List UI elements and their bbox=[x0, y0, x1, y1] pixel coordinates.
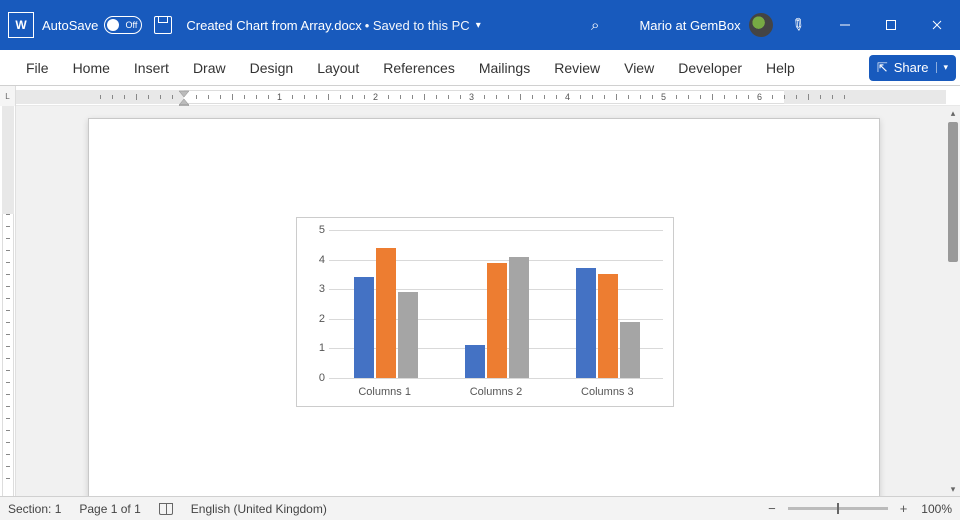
bar[interactable] bbox=[487, 263, 507, 378]
minimize-button[interactable] bbox=[822, 0, 868, 50]
autosave-toggle[interactable]: AutoSave Off bbox=[42, 16, 142, 34]
user-name: Mario at GemBox bbox=[639, 18, 740, 33]
y-axis-tick-label: 4 bbox=[311, 254, 325, 266]
tab-review[interactable]: Review bbox=[542, 50, 612, 86]
bar[interactable] bbox=[598, 274, 618, 378]
book-icon[interactable] bbox=[159, 503, 173, 515]
zoom-in-button[interactable]: + bbox=[896, 501, 912, 516]
word-app-icon: W bbox=[8, 12, 34, 38]
avatar bbox=[749, 13, 773, 37]
tab-insert[interactable]: Insert bbox=[122, 50, 181, 86]
bar[interactable] bbox=[620, 322, 640, 378]
indent-marker[interactable] bbox=[179, 88, 189, 108]
share-icon: ⇱ bbox=[877, 60, 888, 76]
account-button[interactable]: Mario at GemBox bbox=[639, 13, 772, 37]
section-indicator[interactable]: Section: 1 bbox=[8, 502, 61, 516]
toggle-state-label: Off bbox=[126, 20, 138, 30]
scroll-thumb[interactable] bbox=[948, 122, 958, 262]
save-icon[interactable] bbox=[154, 16, 172, 34]
ruler-number: 3 bbox=[469, 92, 474, 102]
x-axis-category-label: Columns 2 bbox=[453, 386, 539, 398]
share-label: Share bbox=[894, 60, 929, 75]
tab-view[interactable]: View bbox=[612, 50, 666, 86]
title-bar: W AutoSave Off Created Chart from Array.… bbox=[0, 0, 960, 50]
bar[interactable] bbox=[354, 277, 374, 378]
tab-developer[interactable]: Developer bbox=[666, 50, 754, 86]
save-status[interactable]: • Saved to this PC bbox=[365, 18, 470, 33]
vertical-scrollbar[interactable]: ▴ ▾ bbox=[946, 106, 960, 496]
ruler-number: 5 bbox=[661, 92, 666, 102]
chevron-down-icon[interactable]: ▾ bbox=[476, 20, 481, 31]
tab-file[interactable]: File bbox=[14, 50, 61, 86]
vertical-ruler[interactable] bbox=[0, 106, 16, 496]
language-indicator[interactable]: English (United Kingdom) bbox=[191, 502, 327, 516]
tab-references[interactable]: References bbox=[371, 50, 467, 86]
chart-object[interactable]: 0 1 2 3 4 5 Columns 1 Columns 2 Columns 3 bbox=[296, 217, 674, 407]
x-axis-category-label: Columns 3 bbox=[564, 386, 650, 398]
status-bar: Section: 1 Page 1 of 1 English (United K… bbox=[0, 496, 960, 520]
y-axis-tick-label: 3 bbox=[311, 283, 325, 295]
page[interactable]: 0 1 2 3 4 5 Columns 1 Columns 2 Columns 3 bbox=[88, 118, 880, 496]
bar[interactable] bbox=[376, 248, 396, 378]
close-button[interactable] bbox=[914, 0, 960, 50]
zoom-slider[interactable] bbox=[788, 507, 888, 510]
zoom-level[interactable]: 100% bbox=[921, 502, 952, 516]
share-button[interactable]: ⇱ Share ▾ bbox=[869, 55, 956, 81]
tab-draw[interactable]: Draw bbox=[181, 50, 238, 86]
document-area: 0 1 2 3 4 5 Columns 1 Columns 2 Columns 3 ▴ ▾ bbox=[0, 106, 960, 496]
ribbon-tabs: File Home Insert Draw Design Layout Refe… bbox=[0, 50, 960, 86]
plot-area: 012345Columns 1Columns 2Columns 3 bbox=[329, 230, 663, 378]
zoom-slider-thumb[interactable] bbox=[837, 503, 839, 514]
y-axis-tick-label: 5 bbox=[311, 224, 325, 236]
tab-home[interactable]: Home bbox=[61, 50, 122, 86]
x-axis-category-label: Columns 1 bbox=[342, 386, 428, 398]
pen-icon[interactable]: ✎ bbox=[786, 13, 809, 37]
toggle-switch-off[interactable]: Off bbox=[104, 16, 142, 34]
scroll-down-arrow-icon[interactable]: ▾ bbox=[946, 482, 960, 496]
tab-mailings[interactable]: Mailings bbox=[467, 50, 542, 86]
maximize-button[interactable] bbox=[868, 0, 914, 50]
tab-selector[interactable]: L bbox=[0, 86, 16, 106]
bar[interactable] bbox=[576, 268, 596, 378]
ruler-number: 1 bbox=[277, 92, 282, 102]
bar[interactable] bbox=[465, 345, 485, 378]
y-axis-tick-label: 0 bbox=[311, 372, 325, 384]
bar[interactable] bbox=[509, 257, 529, 378]
y-axis-tick-label: 1 bbox=[311, 342, 325, 354]
ruler-number: 6 bbox=[757, 92, 762, 102]
autosave-label: AutoSave bbox=[42, 18, 98, 33]
ruler-number: 4 bbox=[565, 92, 570, 102]
zoom-out-button[interactable]: − bbox=[764, 501, 780, 516]
ruler-number: 2 bbox=[373, 92, 378, 102]
horizontal-ruler[interactable]: L 1 2 3 4 5 6 bbox=[0, 86, 960, 106]
tab-layout[interactable]: Layout bbox=[305, 50, 371, 86]
scroll-up-arrow-icon[interactable]: ▴ bbox=[946, 106, 960, 120]
window-controls bbox=[822, 0, 960, 50]
page-indicator[interactable]: Page 1 of 1 bbox=[79, 502, 140, 516]
bar[interactable] bbox=[398, 292, 418, 378]
search-icon[interactable]: ⌕ bbox=[591, 17, 599, 34]
document-title[interactable]: Created Chart from Array.docx bbox=[186, 18, 361, 33]
chevron-down-icon[interactable]: ▾ bbox=[936, 62, 948, 73]
tab-design[interactable]: Design bbox=[238, 50, 306, 86]
y-axis-tick-label: 2 bbox=[311, 313, 325, 325]
tab-help[interactable]: Help bbox=[754, 50, 807, 86]
